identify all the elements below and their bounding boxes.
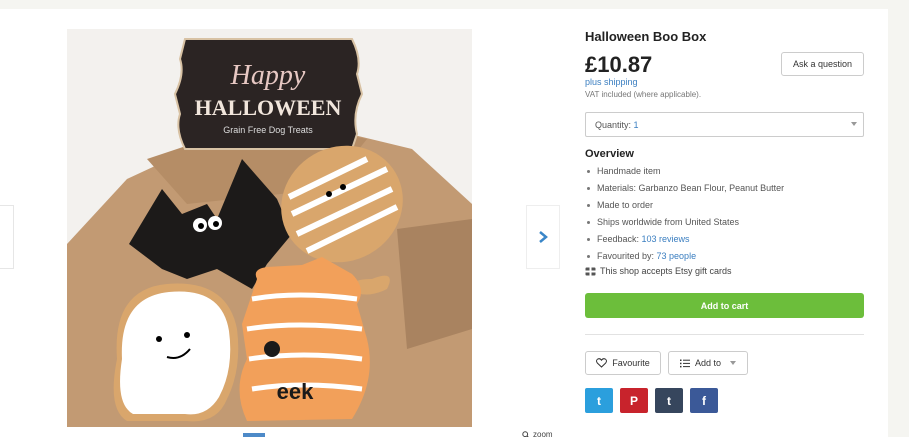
facebook-share-button[interactable]: f [690,388,718,413]
list-item: Handmade item [585,164,784,181]
shipping-link[interactable]: plus shipping [585,77,638,87]
list-item: Made to order [585,198,784,215]
list-item: Materials: Garbanzo Bean Flour, Peanut B… [585,181,784,198]
chevron-right-icon [539,231,548,243]
heart-icon [596,358,608,368]
next-image-button[interactable] [526,205,560,269]
reviews-link[interactable]: 103 reviews [642,234,690,244]
sign-line-2: HALLOWEEN [195,95,342,120]
vat-note: VAT included (where applicable). [585,90,702,99]
list-item: Favourited by: 73 people [585,249,784,266]
favourited-link[interactable]: 73 people [657,251,697,261]
overview-heading: Overview [585,148,634,160]
image-indicator[interactable] [243,433,265,437]
quantity-value: 1 [633,120,639,130]
chevron-down-icon [730,361,737,365]
tumblr-share-button[interactable]: t [655,388,683,413]
twitter-share-button[interactable]: t [585,388,613,413]
favourite-button[interactable]: Favourite [585,351,661,375]
pinterest-share-button[interactable]: P [620,388,648,413]
listing-price: £10.87 [585,52,653,77]
divider [585,334,864,335]
tumblr-icon: t [667,393,671,408]
list-icon [679,359,690,367]
gift-card-note: This shop accepts Etsy gift cards [585,266,732,276]
add-to-cart-button[interactable]: Add to cart [585,293,864,318]
pumpkin-cookie: eek [239,257,370,421]
ghost-cookie [113,283,239,422]
halloween-sign: Happy HALLOWEEN Grain Free Dog Treats [173,38,364,150]
quantity-label: Quantity: [595,120,632,130]
ask-question-button[interactable]: Ask a question [781,52,864,76]
facebook-icon: f [702,393,706,408]
list-item: Feedback: 103 reviews [585,232,784,249]
product-photo[interactable]: Happy HALLOWEEN Grain Free Dog Treats ee… [67,29,472,427]
pinterest-icon: P [629,393,638,408]
sign-line-3: Grain Free Dog Treats [223,125,313,135]
zoom-control[interactable]: zoom [522,430,553,437]
overview-list: Handmade item Materials: Garbanzo Bean F… [585,164,784,266]
sign-line-1: Happy [230,60,306,91]
twitter-icon: t [597,393,601,408]
chevron-down-icon [851,122,857,126]
cookie-text: eek [277,379,314,404]
zoom-label: zoom [533,430,553,437]
gift-card-icon [585,267,596,275]
product-image-area: Happy HALLOWEEN Grain Free Dog Treats ee… [0,9,561,437]
prev-image-button[interactable] [0,205,14,269]
listing-title: Halloween Boo Box [585,29,707,44]
magnifier-icon [522,430,530,437]
list-item: Ships worldwide from United States [585,215,784,232]
add-to-list-button[interactable]: Add to [668,351,748,375]
quantity-select[interactable]: Quantity: 1 [585,112,864,137]
